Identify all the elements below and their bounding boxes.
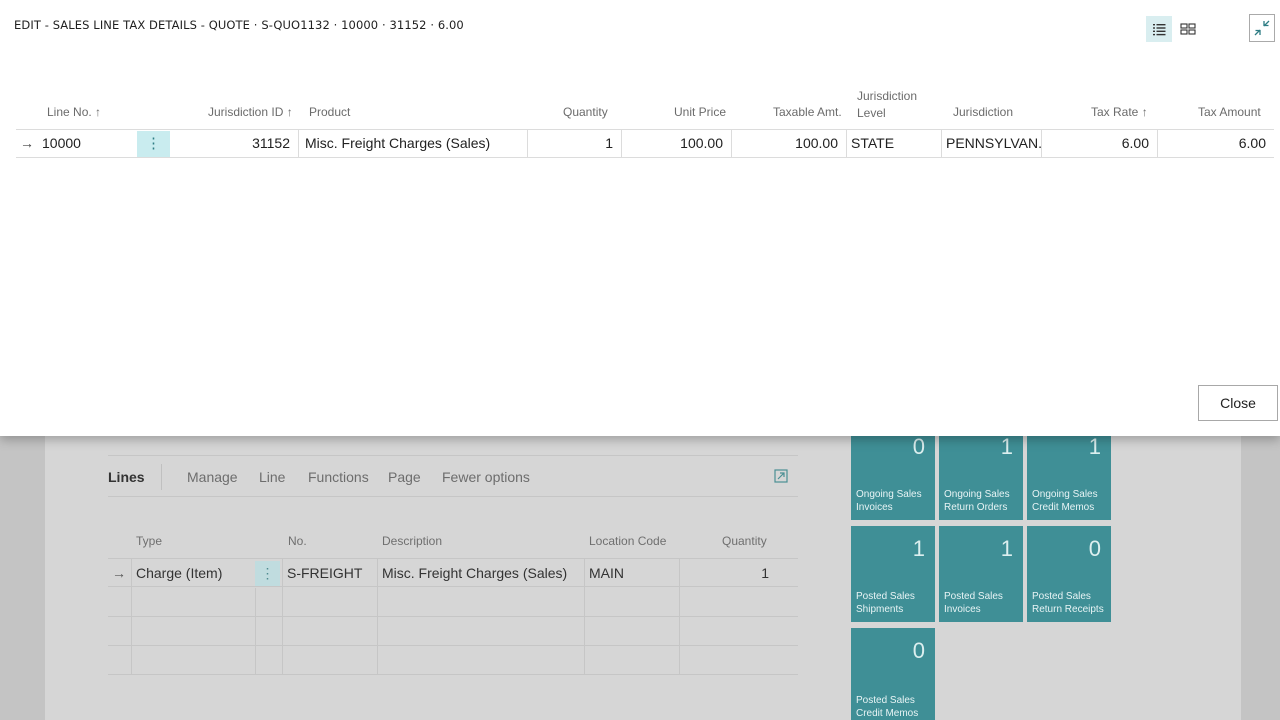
no-cell[interactable] <box>282 617 377 646</box>
close-button[interactable]: Close <box>1198 385 1278 421</box>
row-actions-button[interactable]: ⋮ <box>137 131 170 157</box>
cue-label: Posted Sales Invoices <box>944 591 1003 615</box>
cue-value: 1 <box>1088 434 1101 459</box>
location-cell[interactable] <box>584 617 679 646</box>
cue-posted-sales-return-receipts[interactable]: 0 Posted Sales Return Receipts <box>1027 526 1111 622</box>
col-tax-rate-header[interactable]: Tax Rate ↑ <box>1091 104 1148 120</box>
cue-value: 0 <box>1088 536 1101 561</box>
table-row[interactable] <box>108 646 798 675</box>
quantity-cell[interactable] <box>679 646 781 675</box>
tile-view-icon[interactable] <box>1175 16 1201 42</box>
lines-action-bar: Lines Manage Line Functions Page Fewer o… <box>108 455 798 497</box>
cue-label: Posted Sales Return Receipts <box>1032 591 1104 615</box>
col-product-header[interactable]: Product <box>309 104 350 120</box>
type-cell[interactable] <box>131 646 255 675</box>
line-no-cell[interactable]: 10000 <box>42 130 137 157</box>
actions-cell <box>255 617 282 646</box>
page-menu[interactable]: Page <box>388 469 421 485</box>
cue-value: 1 <box>1000 434 1013 459</box>
col-taxable-amt-header[interactable]: Taxable Amt. <box>773 104 842 120</box>
cue-value: 0 <box>912 434 925 459</box>
col-no-header[interactable]: No. <box>288 534 307 548</box>
cue-value: 1 <box>912 536 925 561</box>
location-cell[interactable]: MAIN <box>584 559 679 588</box>
col-type-header[interactable]: Type <box>136 534 162 548</box>
col-line-no-header[interactable]: Line No. ↑ <box>47 104 101 120</box>
quantity-cell[interactable] <box>679 617 781 646</box>
tax-amount-cell[interactable]: 6.00 <box>1158 130 1274 157</box>
quantity-cell[interactable]: 1 <box>528 130 622 157</box>
cue-label: Ongoing Sales Credit Memos <box>1032 489 1098 513</box>
cue-posted-sales-shipments[interactable]: 1 Posted Sales Shipments <box>851 526 935 622</box>
cue-label: Posted Sales Shipments <box>856 591 915 615</box>
unit-price-cell[interactable]: 100.00 <box>622 130 732 157</box>
col-jurisdiction-header[interactable]: Jurisdiction <box>953 104 1013 120</box>
jurisdiction-level-cell[interactable]: STATE <box>847 130 942 157</box>
cue-ongoing-sales-credit-memos[interactable]: 1 Ongoing Sales Credit Memos <box>1027 424 1111 520</box>
cue-ongoing-sales-return-orders[interactable]: 1 Ongoing Sales Return Orders <box>939 424 1023 520</box>
description-cell[interactable] <box>377 617 584 646</box>
location-cell[interactable] <box>584 646 679 675</box>
taxable-amt-cell[interactable]: 100.00 <box>732 130 847 157</box>
cue-value: 1 <box>1000 536 1013 561</box>
cue-label: Ongoing Sales Return Orders <box>944 489 1010 513</box>
location-cell[interactable] <box>584 588 679 617</box>
fewer-options-button[interactable]: Fewer options <box>442 469 530 485</box>
row-indicator: → <box>112 565 126 581</box>
actions-cell <box>255 646 282 675</box>
tax-details-dialog: EDIT - SALES LINE TAX DETAILS - QUOTE · … <box>0 0 1280 436</box>
quantity-cell[interactable]: 1 <box>679 559 781 588</box>
line-menu[interactable]: Line <box>259 469 285 485</box>
col-quantity-header[interactable]: Quantity <box>563 104 608 120</box>
quantity-cell[interactable] <box>679 588 781 617</box>
cue-label: Posted Sales Credit Memos <box>856 695 919 719</box>
col-quantity-header[interactable]: Quantity <box>722 534 767 548</box>
background-edge-right <box>1241 436 1280 720</box>
type-cell[interactable] <box>131 588 255 617</box>
cue-posted-sales-invoices[interactable]: 1 Posted Sales Invoices <box>939 526 1023 622</box>
description-cell[interactable] <box>377 588 584 617</box>
no-cell[interactable] <box>282 588 377 617</box>
cue-posted-sales-credit-memos[interactable]: 0 Posted Sales Credit Memos <box>851 628 935 720</box>
no-cell[interactable]: S-FREIGHT <box>282 559 377 588</box>
lines-separator <box>161 464 162 490</box>
jurisdiction-cell[interactable]: PENNSYLVAN... <box>942 130 1042 157</box>
list-view-icon[interactable] <box>1146 16 1172 42</box>
no-cell[interactable] <box>282 646 377 675</box>
tax-rate-cell[interactable]: 6.00 <box>1042 130 1158 157</box>
table-row[interactable]: → 10000 ⋮ 31152 Misc. Freight Charges (S… <box>16 129 1274 158</box>
description-cell[interactable]: Misc. Freight Charges (Sales) <box>377 559 584 588</box>
actions-cell <box>255 588 282 617</box>
table-row[interactable]: → Charge (Item) ⋮ S-FREIGHT Misc. Freigh… <box>108 558 798 588</box>
col-description-header[interactable]: Description <box>382 534 442 548</box>
functions-menu[interactable]: Functions <box>308 469 369 485</box>
col-location-header[interactable]: Location Code <box>589 534 666 548</box>
col-jurisdiction-level-header-line2: Level <box>857 106 886 120</box>
col-jurisdiction-id-header[interactable]: Jurisdiction ID ↑ <box>208 104 293 120</box>
cue-value: 0 <box>912 638 925 663</box>
cue-ongoing-sales-invoices[interactable]: 0 Ongoing Sales Invoices <box>851 424 935 520</box>
dialog-title: EDIT - SALES LINE TAX DETAILS - QUOTE · … <box>14 18 464 32</box>
background-edge-left <box>0 436 45 720</box>
jurisdiction-id-cell[interactable]: 31152 <box>170 130 299 157</box>
table-row[interactable] <box>108 588 798 617</box>
product-cell[interactable]: Misc. Freight Charges (Sales) <box>301 130 528 157</box>
row-actions-button[interactable]: ⋮ <box>255 561 280 586</box>
table-row[interactable] <box>108 617 798 646</box>
expand-icon[interactable] <box>774 469 788 486</box>
manage-menu[interactable]: Manage <box>187 469 238 485</box>
cue-label: Ongoing Sales Invoices <box>856 489 922 513</box>
col-jurisdiction-level-header[interactable]: Jurisdiction <box>857 88 917 104</box>
type-cell[interactable]: Charge (Item) <box>131 559 255 588</box>
row-indicator: → <box>20 135 34 151</box>
lines-tab[interactable]: Lines <box>108 469 145 485</box>
description-cell[interactable] <box>377 646 584 675</box>
col-tax-amount-header[interactable]: Tax Amount <box>1198 104 1261 120</box>
collapse-icon[interactable] <box>1249 14 1275 42</box>
col-unit-price-header[interactable]: Unit Price <box>674 104 726 120</box>
type-cell[interactable] <box>131 617 255 646</box>
